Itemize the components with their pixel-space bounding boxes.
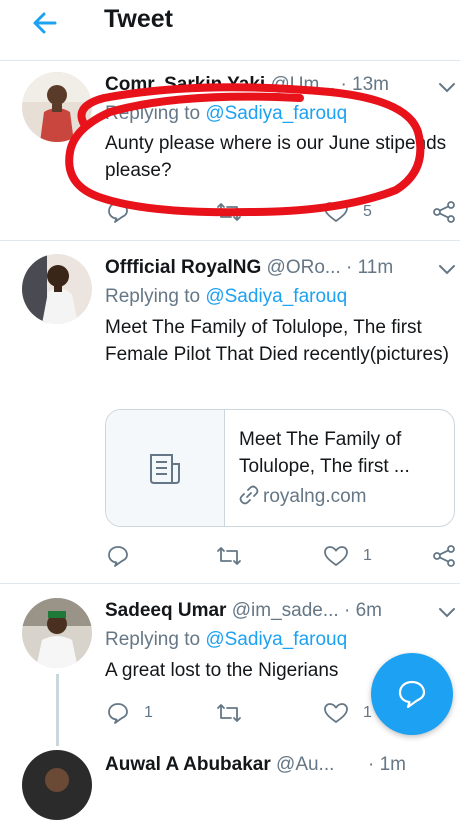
retweet-button[interactable] xyxy=(216,196,242,228)
replying-prefix: Replying to xyxy=(105,286,206,307)
tweet-header: Sadeeq Umar @im_sade... · 6m xyxy=(105,598,445,624)
retweet-button[interactable] xyxy=(216,540,242,572)
like-count: 1 xyxy=(363,547,372,564)
replying-to: Replying to @Sadiya_farouq xyxy=(105,284,347,310)
like-count: 5 xyxy=(363,203,372,220)
top-bar: Tweet xyxy=(0,0,460,61)
link-icon xyxy=(239,485,263,507)
avatar[interactable] xyxy=(22,598,92,668)
retweet-icon xyxy=(216,701,242,725)
reply-icon xyxy=(106,701,130,725)
replying-to: Replying to @Sadiya_farouq xyxy=(105,101,347,127)
card-domain-text: royalng.com xyxy=(263,486,367,507)
mention-link[interactable]: @Sadiya_farouq xyxy=(205,103,347,124)
like-button[interactable]: 5 xyxy=(323,196,372,228)
user-handle: @Um... xyxy=(270,74,336,95)
separator-dot: · xyxy=(346,257,353,278)
replying-prefix: Replying to xyxy=(105,103,206,124)
tweet-time-group: · 1m xyxy=(368,752,428,778)
tweet-text: Meet The Family of Tolulope, The first F… xyxy=(105,317,449,365)
tweet-actions: 1 xyxy=(0,540,460,572)
compose-reply-button[interactable] xyxy=(371,653,453,735)
replying-prefix: Replying to xyxy=(105,629,206,650)
tweet-header: Auwal A Abubakar @Au... xyxy=(105,752,365,778)
like-button[interactable]: 1 xyxy=(323,697,372,729)
separator-dot: · xyxy=(343,600,351,621)
mention-link[interactable]: @Sadiya_farouq xyxy=(205,629,347,650)
page-title: Tweet xyxy=(104,5,173,33)
display-name[interactable]: Sadeeq Umar xyxy=(105,600,226,621)
reply-count: 1 xyxy=(144,704,153,721)
like-button[interactable]: 1 xyxy=(323,540,372,572)
reply-icon xyxy=(106,200,130,224)
back-arrow-icon[interactable] xyxy=(28,6,62,40)
avatar[interactable] xyxy=(22,72,92,142)
reply-tweet[interactable]: Comr. Sarkin Yaki @Um... · 13m Replying … xyxy=(0,60,460,241)
card-title: Meet The Family of Tolulope, The first .… xyxy=(239,429,410,477)
like-count: 1 xyxy=(363,704,372,721)
share-icon xyxy=(432,544,456,568)
mention-link[interactable]: @Sadiya_farouq xyxy=(205,286,347,307)
link-preview-card[interactable]: Meet The Family of Tolulope, The first .… xyxy=(105,409,455,527)
like-icon xyxy=(323,544,349,568)
timestamp: 1m xyxy=(379,754,407,775)
retweet-button[interactable] xyxy=(216,697,242,729)
chevron-down-icon[interactable] xyxy=(437,263,457,277)
tweet-actions: 5 xyxy=(0,196,460,228)
separator-dot: · xyxy=(340,74,347,95)
card-thumbnail xyxy=(106,410,225,526)
chevron-down-icon[interactable] xyxy=(437,81,457,95)
share-icon xyxy=(432,200,456,224)
reply-button[interactable] xyxy=(106,196,130,228)
display-name[interactable]: Offficial RoyalNG xyxy=(105,257,261,278)
avatar[interactable] xyxy=(22,254,92,324)
display-name[interactable]: Comr. Sarkin Yaki xyxy=(105,74,265,95)
timestamp: 13m xyxy=(352,74,390,95)
tweet-text: Aunty please where is our June stipends … xyxy=(105,133,447,181)
reply-icon xyxy=(106,544,130,568)
like-icon xyxy=(323,701,349,725)
tweet-header: Offficial RoyalNG @ORo... · 11m xyxy=(105,255,445,281)
thread-connector xyxy=(56,674,59,746)
replying-to: Replying to @Sadiya_farouq xyxy=(105,627,347,653)
user-handle: @ORo... xyxy=(266,257,341,278)
avatar[interactable] xyxy=(22,750,92,820)
retweet-icon xyxy=(216,544,242,568)
display-name[interactable]: Auwal A Abubakar xyxy=(105,754,271,775)
share-button[interactable] xyxy=(432,196,456,228)
timestamp: 6m xyxy=(355,600,382,621)
card-domain: royalng.com xyxy=(239,484,367,510)
separator-dot: · xyxy=(368,754,375,775)
timestamp: 11m xyxy=(357,257,394,278)
user-handle: @im_sade... xyxy=(231,600,339,621)
chevron-down-icon[interactable] xyxy=(437,606,457,620)
tweet-header: Comr. Sarkin Yaki @Um... · 13m xyxy=(105,72,445,98)
user-handle: @Au... xyxy=(276,754,335,775)
like-icon xyxy=(323,200,349,224)
reply-button[interactable]: 1 xyxy=(106,697,153,729)
reply-button[interactable] xyxy=(106,540,130,572)
share-button[interactable] xyxy=(432,540,456,572)
retweet-icon xyxy=(216,200,242,224)
